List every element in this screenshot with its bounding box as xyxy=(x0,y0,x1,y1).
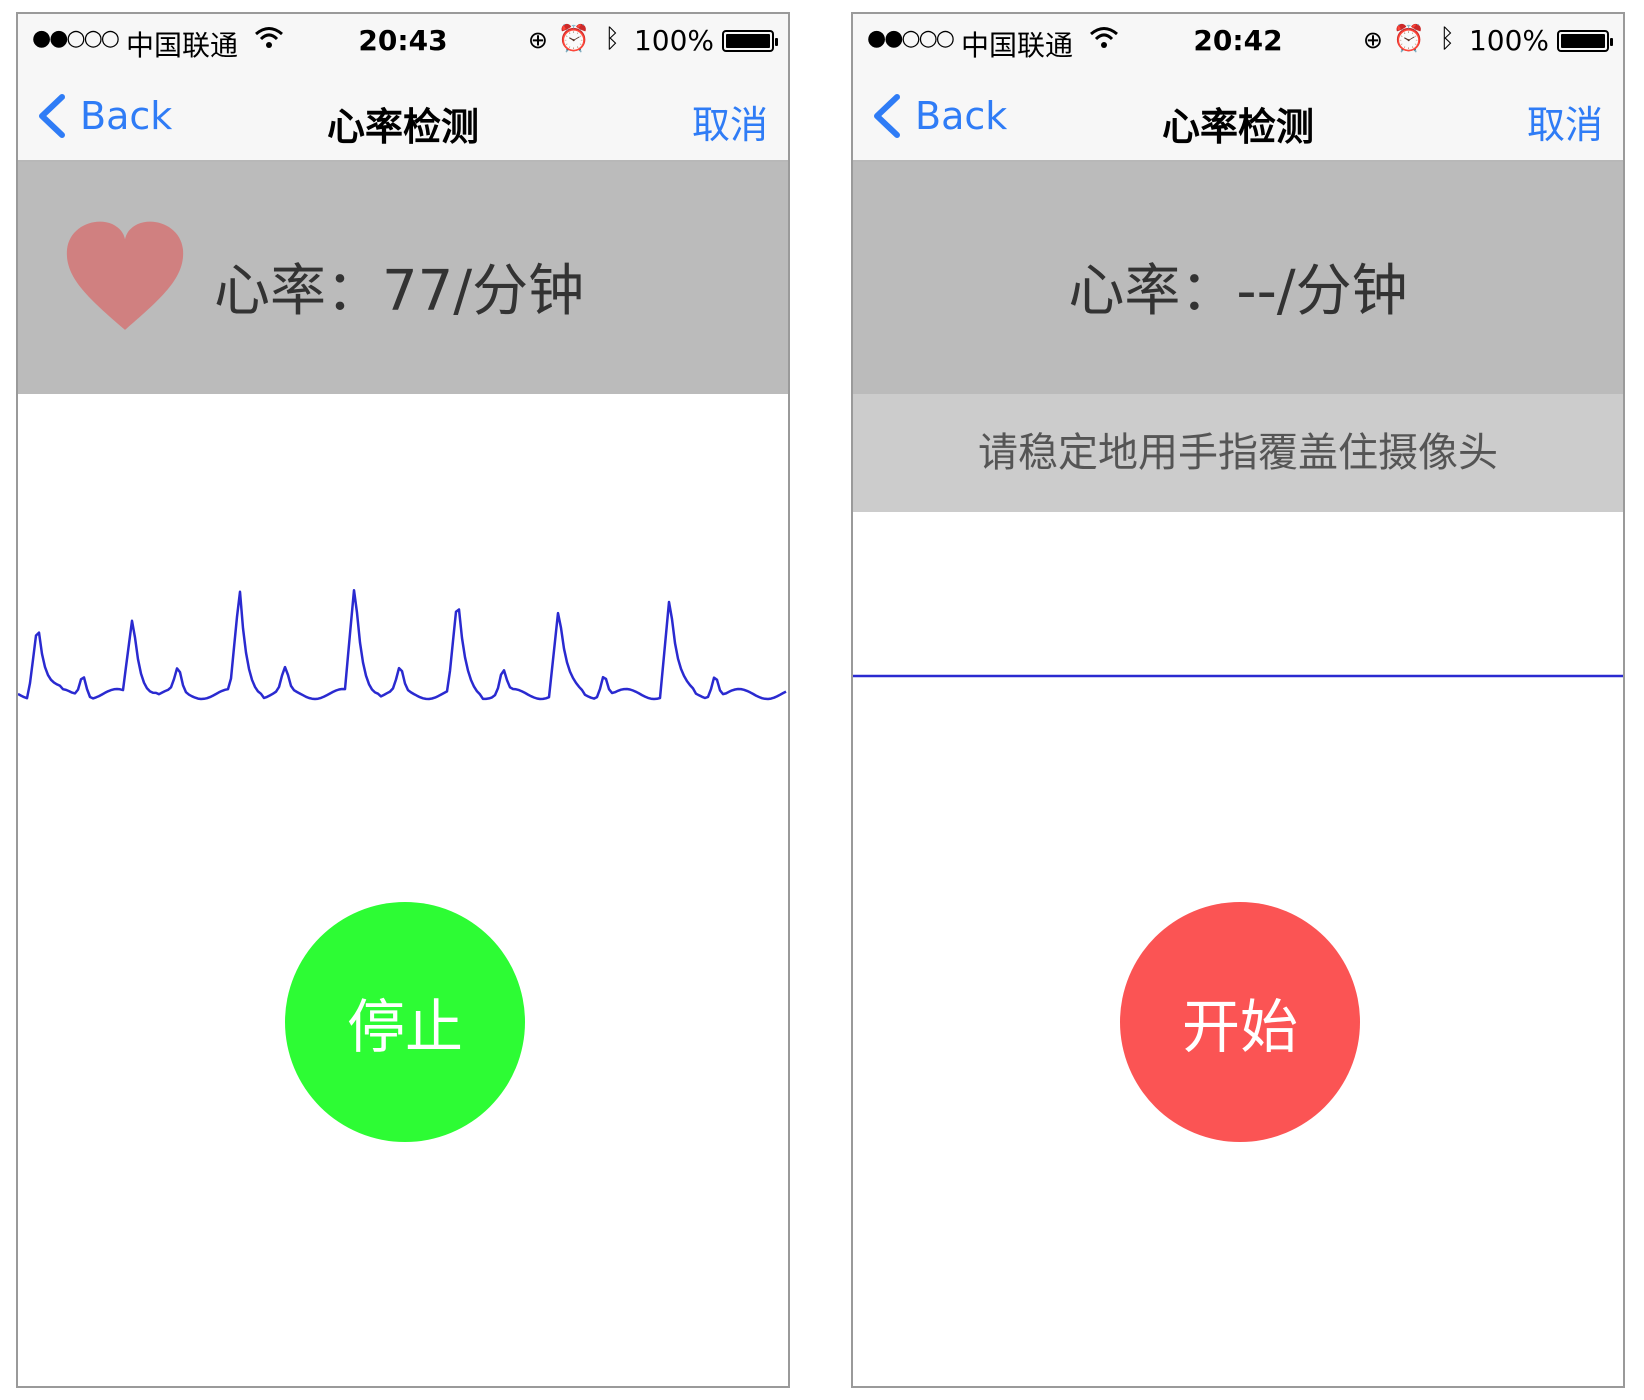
status-bar: ●●○○○ 中国联通 20:43 ⊕ ⏰ ᛒ 100% xyxy=(18,14,788,70)
cancel-button[interactable]: 取消 xyxy=(1527,94,1603,149)
phone-screen-idle: ●●○○○ 中国联通 20:42 ⊕ ⏰ ᛒ 100% Back 心率检测 取消… xyxy=(851,12,1625,1388)
heart-rate-readout: 心率：77/分钟 xyxy=(214,259,585,324)
start-button[interactable]: 开始 xyxy=(1120,902,1360,1142)
navigation-bar: Back 心率检测 取消 xyxy=(18,70,788,162)
cancel-button[interactable]: 取消 xyxy=(692,94,768,149)
battery-percent: 100% xyxy=(1468,24,1549,57)
alarm-icon: ⏰ xyxy=(1392,24,1425,54)
page-title: 心率检测 xyxy=(1161,105,1314,149)
heart-icon xyxy=(66,221,184,330)
navigation-bar: Back 心率检测 取消 xyxy=(853,70,1623,162)
phone-screen-measuring: ●●○○○ 中国联通 20:43 ⊕ ⏰ ᛒ 100% Back 心率检测 取消… xyxy=(16,12,790,1388)
stop-button[interactable]: 停止 xyxy=(285,902,525,1142)
bluetooth-icon: ᛒ xyxy=(1439,24,1455,54)
hint-message: 请稳定地用手指覆盖住摄像头 xyxy=(853,394,1623,512)
alarm-icon: ⏰ xyxy=(557,24,590,54)
battery-icon xyxy=(1557,30,1613,52)
battery-icon xyxy=(722,30,778,52)
battery-percent: 100% xyxy=(633,24,714,57)
heart-rate-readout: 心率：--/分钟 xyxy=(1068,259,1408,324)
heart-rate-panel: 心率：77/分钟 xyxy=(18,162,788,394)
pulse-waveform-line xyxy=(18,588,787,701)
heart-rate-panel: 心率：--/分钟 xyxy=(853,162,1623,394)
page-title: 心率检测 xyxy=(326,105,479,149)
rotation-lock-icon: ⊕ xyxy=(527,26,548,54)
status-bar: ●●○○○ 中国联通 20:42 ⊕ ⏰ ᛒ 100% xyxy=(853,14,1623,70)
rotation-lock-icon: ⊕ xyxy=(1362,26,1383,54)
pulse-waveform xyxy=(853,674,1623,678)
pulse-waveform xyxy=(18,588,787,701)
bluetooth-icon: ᛒ xyxy=(604,24,620,54)
